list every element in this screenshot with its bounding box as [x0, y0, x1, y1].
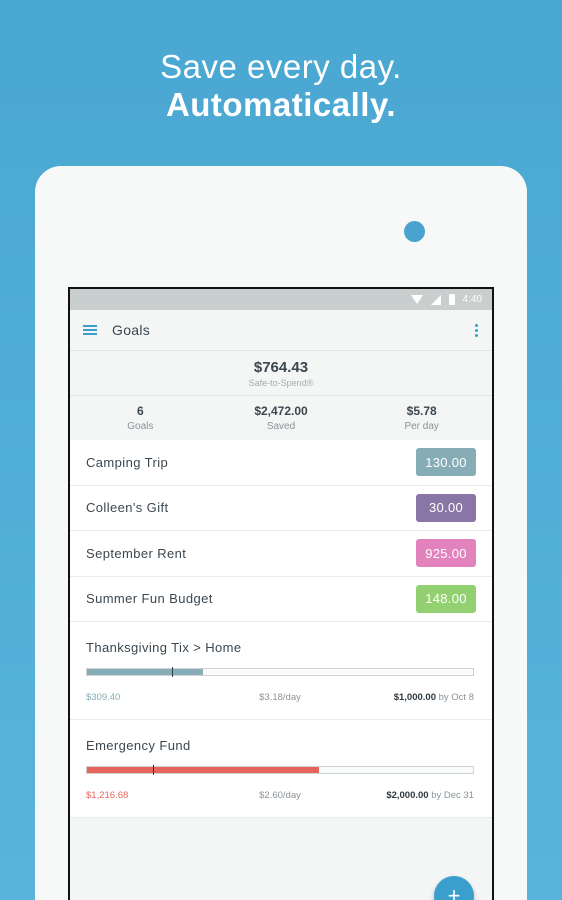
list-item[interactable]: Camping Trip 130.00 — [70, 440, 492, 486]
goal-progress-bar — [86, 765, 474, 775]
add-goal-button[interactable]: + — [434, 876, 474, 900]
stat-saved: $2,472.00 Saved — [211, 396, 352, 440]
app-screen: 4:40 Goals $764.43 Safe-to-Spend® 6 Goal… — [70, 289, 492, 900]
goal-progress-fill — [87, 767, 319, 773]
goal-target: $2,000.00 — [386, 790, 429, 801]
goal-target-wrap: $1,000.00 by Oct 8 — [394, 692, 474, 703]
safe-to-spend-label: Safe-to-Spend® — [248, 378, 314, 388]
wifi-icon — [410, 295, 423, 304]
goal-amount-badge: 130.00 — [416, 448, 476, 477]
goal-name: Thanksgiving Tix > Home — [86, 640, 242, 655]
stat-value: 6 — [136, 404, 144, 418]
stat-per-day: $5.78 Per day — [351, 396, 492, 440]
goal-amount-badge: 148.00 — [416, 584, 476, 613]
goal-due-date: by Oct 8 — [438, 692, 474, 703]
goal-progress-bar — [86, 667, 474, 677]
goal-progress-item[interactable]: Emergency Fund $1,216.68 $2.60/day $2,00… — [70, 720, 492, 818]
status-bar: 4:40 — [70, 289, 492, 310]
list-item[interactable]: September Rent 925.00 — [70, 531, 492, 577]
headline-line-1: Save every day. — [160, 48, 402, 85]
device-screen: 4:40 Goals $764.43 Safe-to-Spend® 6 Goal… — [68, 287, 494, 900]
list-item[interactable]: Colleen's Gift 30.00 — [70, 486, 492, 531]
battery-icon — [448, 294, 455, 305]
goals-list: Camping Trip 130.00 Colleen's Gift 30.00… — [70, 440, 492, 818]
goal-target-wrap: $2,000.00 by Dec 31 — [386, 790, 474, 801]
stat-goals: 6 Goals — [70, 396, 211, 440]
signal-icon — [430, 294, 441, 305]
goal-progress-fill — [87, 669, 203, 675]
stat-label: Per day — [404, 421, 439, 432]
tablet-device: 4:40 Goals $764.43 Safe-to-Spend® 6 Goal… — [35, 166, 527, 900]
summary-stats: 6 Goals $2,472.00 Saved $5.78 Per day — [70, 396, 492, 440]
safe-to-spend-amount: $764.43 — [253, 359, 309, 376]
goal-due-date: by Dec 31 — [431, 790, 474, 801]
goal-amount-badge: 30.00 — [416, 493, 476, 522]
goal-name: Emergency Fund — [86, 738, 191, 753]
goal-target: $1,000.00 — [393, 692, 436, 703]
goal-amount-badge: 925.00 — [416, 539, 476, 568]
stat-value: $5.78 — [406, 404, 437, 418]
stat-value: $2,472.00 — [254, 404, 308, 418]
list-item[interactable]: Summer Fun Budget 148.00 — [70, 577, 492, 622]
goal-name: Summer Fun Budget — [86, 591, 213, 607]
headline: Save every day. Automatically. — [0, 48, 562, 124]
overflow-menu-icon[interactable] — [474, 324, 478, 338]
headline-line-2: Automatically. — [165, 86, 397, 123]
stat-label: Goals — [127, 421, 154, 432]
hamburger-menu-icon[interactable] — [83, 325, 97, 335]
goal-progress-item[interactable]: Thanksgiving Tix > Home $309.40 $3.18/da… — [70, 622, 492, 720]
goal-name: Colleen's Gift — [86, 500, 169, 516]
camera-icon — [404, 221, 425, 242]
goal-name: Camping Trip — [86, 454, 169, 470]
safe-to-spend: $764.43 Safe-to-Spend® — [70, 351, 492, 396]
status-time: 4:40 — [462, 294, 482, 305]
app-bar: Goals — [70, 310, 492, 351]
goal-progress-marker — [171, 667, 173, 677]
goal-progress-marker — [152, 765, 154, 775]
page-title: Goals — [112, 322, 151, 338]
goal-name: September Rent — [86, 545, 187, 561]
stat-label: Saved — [266, 421, 296, 432]
